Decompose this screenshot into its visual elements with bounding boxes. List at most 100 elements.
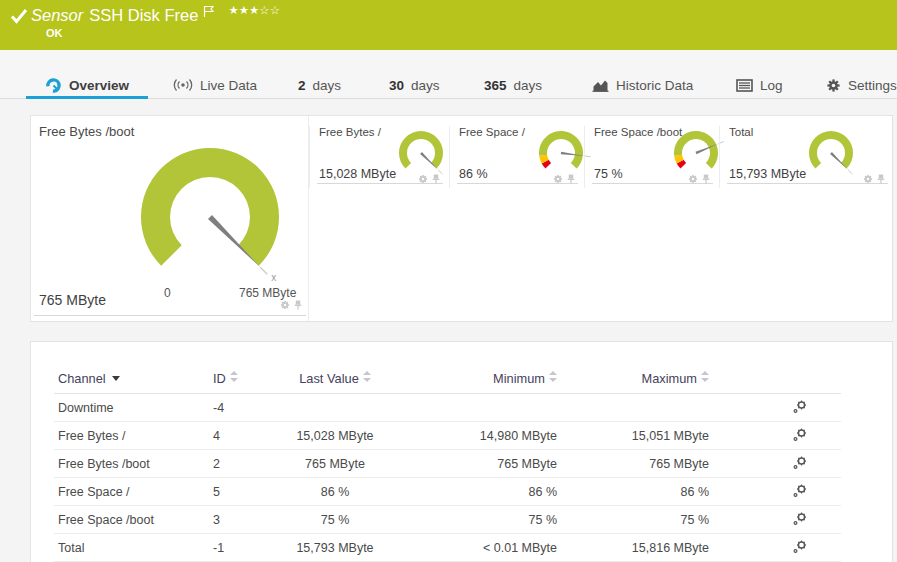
- col-header-id[interactable]: ID: [209, 366, 277, 394]
- divider: [449, 126, 450, 188]
- channel-maximum-cell: 15,051 MByte: [561, 422, 713, 450]
- col-header-maximum[interactable]: Maximum: [561, 366, 713, 394]
- channel-maximum-cell: 86 %: [561, 478, 713, 506]
- tab-30-label: days: [411, 78, 440, 93]
- divider: [584, 126, 585, 188]
- channel-settings-cell: [713, 422, 841, 450]
- pin-icon[interactable]: [702, 174, 710, 184]
- main-gauge-actions: [280, 300, 302, 310]
- channel-settings-icon[interactable]: [792, 428, 807, 443]
- priority-stars[interactable]: ★★★☆☆: [228, 3, 280, 17]
- channel-gauge-title: Free Bytes /: [319, 126, 381, 138]
- channel-row[interactable]: Free Bytes / 4 15,028 MByte 14,980 MByte…: [54, 422, 841, 450]
- tab-365-num: 365: [484, 78, 507, 93]
- pin-icon[interactable]: [567, 174, 575, 184]
- tab-historic-label: Historic Data: [616, 78, 693, 93]
- tab-live-data[interactable]: Live Data: [173, 72, 257, 98]
- main-gauge-title: Free Bytes /boot: [39, 124, 134, 139]
- channel-row[interactable]: Downtime -4: [54, 394, 841, 422]
- channels-table: Channel ID Last Value Minimum Maximum Do…: [54, 366, 841, 562]
- page-title: SensorSSH Disk Free: [31, 5, 198, 25]
- main-gauge-cell: Free Bytes /boot x 0 765 MByte 765 MByte: [31, 116, 309, 321]
- active-tab-underline: [26, 96, 148, 99]
- channel-gauge-cell: Free Bytes / 15,028 MByte: [309, 116, 449, 196]
- pin-icon[interactable]: [432, 174, 440, 184]
- channel-minimum-cell: 14,980 MByte: [389, 422, 561, 450]
- channel-settings-icon[interactable]: [792, 540, 807, 555]
- gear-icon[interactable]: [688, 174, 698, 184]
- channel-gauge-title: Free Space /: [459, 126, 525, 138]
- channel-gauge-cell: Free Space /boot 75 %: [584, 116, 719, 196]
- col-header-channel[interactable]: Channel: [54, 366, 209, 394]
- channel-name-cell[interactable]: Free Bytes /boot: [54, 450, 209, 478]
- tab-log-label: Log: [760, 78, 783, 93]
- divider: [309, 126, 310, 188]
- gear-icon[interactable]: [863, 174, 873, 184]
- pin-icon[interactable]: [294, 300, 302, 310]
- tab-settings[interactable]: Settings: [826, 72, 897, 98]
- ok-check-icon: [10, 8, 28, 24]
- tab-365-days[interactable]: 365days: [484, 72, 542, 98]
- pin-icon[interactable]: [877, 174, 885, 184]
- channel-gauge-value: 75 %: [594, 167, 623, 181]
- tab-2-label: days: [313, 78, 342, 93]
- tab-2-num: 2: [298, 78, 306, 93]
- gear-icon[interactable]: [418, 174, 428, 184]
- log-icon: [736, 79, 753, 92]
- tab-overview[interactable]: Overview: [26, 72, 148, 98]
- channel-settings-icon[interactable]: [792, 456, 807, 471]
- tab-log[interactable]: Log: [736, 72, 783, 98]
- svg-text:x: x: [271, 272, 276, 283]
- col-header-last-value[interactable]: Last Value: [277, 366, 389, 394]
- channel-maximum-cell: 15,816 MByte: [561, 534, 713, 562]
- gear-icon: [826, 78, 841, 93]
- channel-maximum-cell: 765 MByte: [561, 450, 713, 478]
- channel-name-cell[interactable]: Total: [54, 534, 209, 562]
- channel-gauge-actions: [418, 174, 440, 184]
- channel-id-cell: 3: [209, 506, 277, 534]
- flag-icon[interactable]: [203, 5, 215, 18]
- channel-settings-icon[interactable]: [792, 512, 807, 527]
- channel-name-cell[interactable]: Free Space /: [54, 478, 209, 506]
- status-badge: OK: [46, 27, 63, 39]
- channel-row[interactable]: Total -1 15,793 MByte < 0.01 MByte 15,81…: [54, 534, 841, 562]
- channel-name-cell[interactable]: Free Space /boot: [54, 506, 209, 534]
- channel-id-cell: 2: [209, 450, 277, 478]
- channel-id-cell: -1: [209, 534, 277, 562]
- channel-last-value-cell: 15,028 MByte: [277, 422, 389, 450]
- channel-settings-icon[interactable]: [792, 400, 807, 415]
- gear-icon[interactable]: [280, 300, 290, 310]
- channel-gauge-actions: [688, 174, 710, 184]
- sensor-header: SensorSSH Disk Free ★★★☆☆ OK: [0, 0, 897, 50]
- channel-row[interactable]: Free Space /boot 3 75 % 75 % 75 %: [54, 506, 841, 534]
- area-chart-icon: [592, 78, 609, 92]
- tab-30-days[interactable]: 30days: [389, 72, 440, 98]
- sort-both-icon: [701, 371, 709, 382]
- channel-settings-cell: [713, 394, 841, 422]
- channel-last-value-cell: 765 MByte: [277, 450, 389, 478]
- channel-last-value-cell: 75 %: [277, 506, 389, 534]
- channel-row[interactable]: Free Space / 5 86 % 86 % 86 %: [54, 478, 841, 506]
- col-header-actions: [713, 366, 841, 394]
- channel-maximum-cell: [561, 394, 713, 422]
- channel-row[interactable]: Free Bytes /boot 2 765 MByte 765 MByte 7…: [54, 450, 841, 478]
- gear-icon[interactable]: [553, 174, 563, 184]
- channel-gauge-actions: [553, 174, 575, 184]
- table-header-row: Channel ID Last Value Minimum Maximum: [54, 366, 841, 394]
- channel-gauge-cell: Free Space / 86 %: [449, 116, 584, 196]
- tab-2-days[interactable]: 2 days: [298, 72, 341, 98]
- stars-filled: ★★★: [228, 3, 259, 17]
- sort-both-icon: [363, 371, 371, 382]
- tab-historic-data[interactable]: Historic Data: [592, 72, 693, 98]
- tab-bar: Overview Live Data 2days 30days 365days …: [0, 50, 897, 99]
- gauges-panel: Free Bytes /boot x 0 765 MByte 765 MByte…: [30, 115, 893, 322]
- channel-minimum-cell: 75 %: [389, 506, 561, 534]
- col-header-minimum[interactable]: Minimum: [389, 366, 561, 394]
- sort-both-icon: [230, 371, 238, 382]
- channel-minimum-cell: [389, 394, 561, 422]
- channel-name-cell[interactable]: Downtime: [54, 394, 209, 422]
- channel-name-cell[interactable]: Free Bytes /: [54, 422, 209, 450]
- channel-settings-icon[interactable]: [792, 484, 807, 499]
- tab-live-data-label: Live Data: [200, 78, 257, 93]
- main-gauge-scale-min: 0: [164, 286, 171, 300]
